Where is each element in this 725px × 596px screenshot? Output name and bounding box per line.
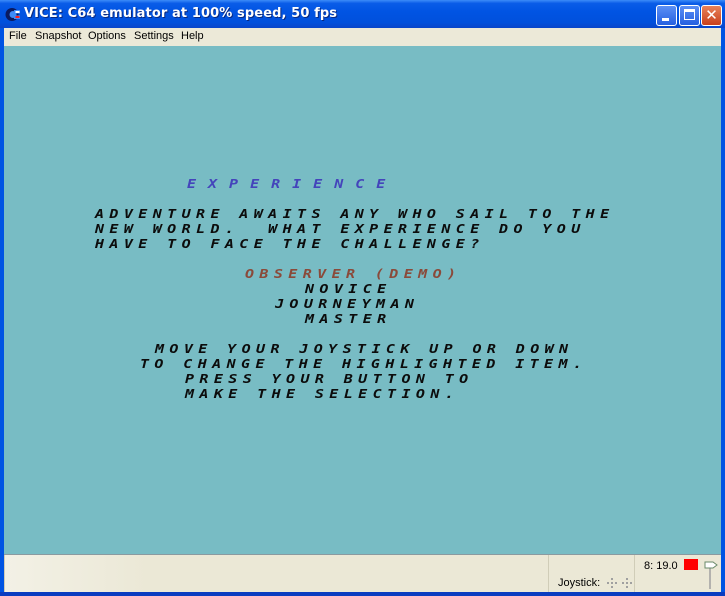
menu-snapshot[interactable]: Snapshot — [35, 30, 81, 42]
menu-settings[interactable]: Settings — [134, 30, 174, 42]
maximize-icon — [684, 9, 695, 20]
instruction-line: TO CHANGE THE HIGHLIGHTED ITEM. — [140, 356, 588, 372]
joystick-port-1-icon — [606, 577, 618, 589]
menu-help[interactable]: Help — [181, 30, 204, 42]
minimize-button[interactable] — [656, 5, 677, 26]
menu-file[interactable]: File — [9, 30, 27, 42]
status-divider — [548, 555, 549, 592]
joystick-port-2-icon — [621, 577, 633, 589]
intro-line: HAVE TO FACE THE CHALLENGE? — [95, 236, 485, 252]
joystick-label: Joystick: — [558, 577, 601, 589]
instruction-line: PRESS YOUR BUTTON TO — [185, 371, 474, 387]
close-icon: ✕ — [705, 6, 718, 24]
minimize-icon — [662, 18, 669, 21]
instruction-line: MOVE YOUR JOYSTICK UP OR DOWN — [155, 341, 574, 357]
vice-window: VICE: C64 emulator at 100% speed, 50 fps… — [0, 0, 725, 596]
menu-bar: File Snapshot Options Settings Help — [4, 28, 721, 46]
menu-options[interactable]: Options — [88, 30, 126, 42]
status-divider — [634, 555, 635, 592]
option-master[interactable]: MASTER — [305, 313, 392, 326]
drive-status: 8: 19.0 — [644, 560, 678, 572]
intro-line: ADVENTURE AWAITS ANY WHO SAIL TO THE — [95, 206, 615, 222]
c64-screen[interactable]: EXPERIENCE ADVENTURE AWAITS ANY WHO SAIL… — [4, 46, 721, 555]
window-title: VICE: C64 emulator at 100% speed, 50 fps — [24, 6, 338, 21]
volume-slider[interactable] — [704, 559, 718, 589]
status-bar: 8: 19.0 Joystick: — [4, 555, 721, 592]
status-divider — [4, 555, 5, 592]
title-bar[interactable]: VICE: C64 emulator at 100% speed, 50 fps… — [0, 0, 725, 28]
drive-led-indicator — [684, 559, 698, 570]
screen-title: EXPERIENCE — [187, 176, 398, 192]
instruction-line: MAKE THE SELECTION. — [185, 386, 460, 402]
maximize-button[interactable] — [679, 5, 700, 26]
intro-line: NEW WORLD. WHAT EXPERIENCE DO YOU — [95, 221, 586, 237]
vice-c64-icon — [5, 8, 20, 21]
close-button[interactable]: ✕ — [701, 5, 722, 26]
option-novice[interactable]: NOVICE — [305, 283, 392, 296]
option-observer-demo[interactable]: OBSERVER (DEMO) — [245, 268, 461, 281]
window-bottom-border — [0, 592, 725, 596]
option-journeyman[interactable]: JOURNEYMAN — [275, 298, 419, 311]
